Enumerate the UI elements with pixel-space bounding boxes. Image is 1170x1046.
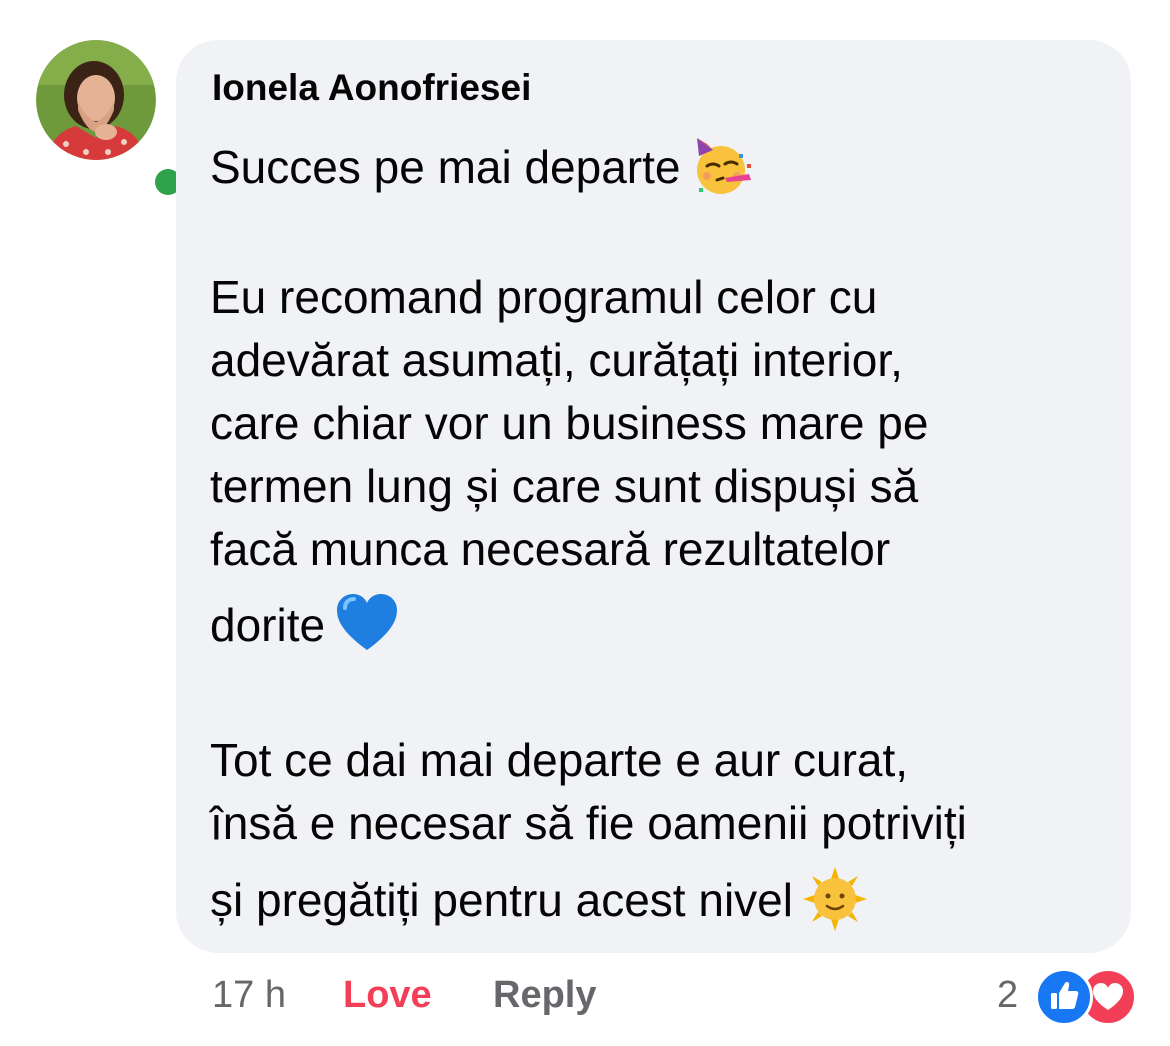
comment-timestamp[interactable]: 17 h <box>212 970 286 1020</box>
comment-line-text: și pregătiți pentru acest nivel <box>210 874 793 927</box>
comment-line: facă munca necesară rezultatelor <box>210 523 891 575</box>
comment-line: Eu recomand programul celor cu <box>210 271 878 323</box>
comment-line: care chiar vor un business mare pe <box>210 397 929 449</box>
love-button[interactable]: Love <box>343 970 432 1020</box>
comment-line: Tot ce dai mai departe e aur curat, <box>210 734 909 786</box>
comment-line-text: dorite <box>210 599 326 652</box>
comment-line: și pregătiți pentru acest nivel <box>210 867 867 941</box>
partying-face-emoji <box>691 134 755 208</box>
comment-line-text: Succes pe mai departe <box>210 141 681 194</box>
comment-author-name[interactable]: Ionela Aonofriesei <box>212 67 531 109</box>
comment-line: Succes pe mai departe <box>210 134 755 208</box>
comment-line: termen lung și care sunt dispuși să <box>210 460 919 512</box>
profile-photo <box>36 40 156 160</box>
comment-line: însă e necesar să fie oamenii potriviți <box>210 797 967 849</box>
reaction-count[interactable]: 2 <box>997 970 1018 1020</box>
reaction-summary[interactable] <box>1035 968 1139 1026</box>
avatar[interactable] <box>36 40 187 201</box>
sun-with-face-emoji <box>802 867 867 941</box>
comment-line: dorite <box>210 592 399 666</box>
blue-heart-emoji <box>335 592 399 666</box>
comment-line: adevărat asumați, curățați interior, <box>210 334 903 386</box>
like-icon <box>1035 968 1093 1026</box>
reply-button[interactable]: Reply <box>493 970 596 1020</box>
